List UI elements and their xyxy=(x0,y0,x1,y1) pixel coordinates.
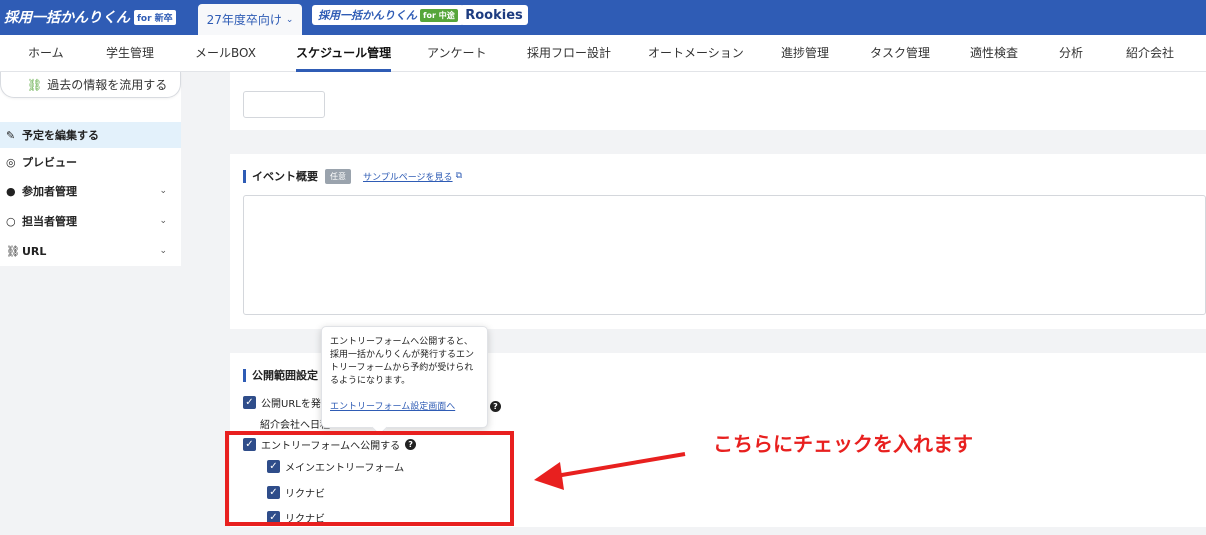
sidebar-item-label: 参加者管理 xyxy=(22,185,77,198)
checkbox-checked[interactable]: ✓ xyxy=(267,486,280,499)
main-logo-tag: for 新卒 xyxy=(134,9,176,25)
sidebar-item-preview[interactable]: ◎ プレビュー xyxy=(0,149,181,175)
chevron-down-icon: ⌄ xyxy=(159,216,167,226)
main-logo-text: 採用一括かんりくん xyxy=(4,10,130,26)
section-marker xyxy=(243,169,246,183)
link-icon: ⛓ xyxy=(6,244,20,258)
year-selector[interactable]: 27年度卒向け ⌄ xyxy=(198,4,302,35)
capacity-section xyxy=(230,72,1206,130)
sidebar-item-participants[interactable]: ● 参加者管理 ⌄ xyxy=(0,178,181,204)
agency-label: 紹介会社へ日程 xyxy=(260,420,330,431)
sidebar-item-label: 担当者管理 xyxy=(22,215,77,228)
external-link-icon: ⧉ xyxy=(455,171,462,181)
sidebar-item-staff[interactable]: ○ 担当者管理 ⌄ xyxy=(0,208,181,234)
reuse-past-info-label: 過去の情報を流用する xyxy=(47,78,168,92)
publish-settings-label: 公開範囲設定 xyxy=(252,369,318,382)
sidebar-item-label: 予定を編集する xyxy=(22,129,99,142)
event-overview-label: イベント概要 xyxy=(252,170,318,183)
year-selector-label: 27年度卒向け xyxy=(206,13,282,27)
optional-badge: 任意 xyxy=(325,168,351,184)
nav-item-flow-design[interactable]: 採用フロー設計 xyxy=(527,35,611,72)
sidebar-item-label: プレビュー xyxy=(22,156,77,169)
help-icon[interactable]: ? xyxy=(405,439,417,450)
event-overview-title: イベント概要 任意 サンプルページを見る ⧉ xyxy=(243,168,462,184)
help-icon: ? xyxy=(490,401,501,412)
annotation-text: こちらにチェックを入れます xyxy=(713,432,973,456)
nav-item-aptitude[interactable]: 適性検査 xyxy=(970,35,1018,72)
nav-item-home[interactable]: ホーム xyxy=(28,35,64,72)
rookies-logo[interactable]: Rookies xyxy=(460,5,528,25)
event-overview-textarea[interactable] xyxy=(243,195,1206,315)
section-marker xyxy=(243,368,246,382)
chevron-down-icon: ⌄ xyxy=(159,186,167,196)
capacity-input[interactable] xyxy=(243,91,325,118)
nav-item-survey[interactable]: アンケート xyxy=(427,35,487,72)
sidebar-item-label: URL xyxy=(22,244,47,258)
rikunabi-option[interactable]: ✓ リクナビ xyxy=(267,485,325,500)
rikunabi-label: リクナビ xyxy=(285,514,325,525)
sidebar: ⛓ 過去の情報を流用する ✎ 予定を編集する ◎ プレビュー ● 参加者管理 ⌄… xyxy=(0,72,181,266)
publish-url-option[interactable]: ✓ 公開URLを発行 xyxy=(243,395,331,410)
nav-item-analytics[interactable]: 分析 xyxy=(1059,35,1083,72)
checkbox-checked[interactable]: ✓ xyxy=(267,460,280,473)
chevron-down-icon: ⌄ xyxy=(285,14,294,25)
main-logo[interactable]: 採用一括かんりくん for 新卒 xyxy=(4,6,176,28)
reuse-past-info-button[interactable]: ⛓ 過去の情報を流用する xyxy=(0,72,181,98)
main-entry-form-option[interactable]: ✓ メインエントリーフォーム xyxy=(267,459,404,474)
nav-item-automation[interactable]: オートメーション xyxy=(648,35,744,72)
entry-form-settings-link[interactable]: エントリーフォーム設定画面へ xyxy=(330,401,479,414)
sidebar-item-edit[interactable]: ✎ 予定を編集する xyxy=(0,122,181,148)
event-overview-section: イベント概要 任意 サンプルページを見る ⧉ xyxy=(230,154,1206,329)
nav-item-agencies[interactable]: 紹介会社 xyxy=(1126,35,1174,72)
midcareer-logo-text: 採用一括かんりくん xyxy=(318,9,417,22)
checkbox-checked[interactable]: ✓ xyxy=(243,438,256,451)
annotation-arrow xyxy=(534,452,686,490)
nav-item-progress[interactable]: 進捗管理 xyxy=(781,35,829,72)
entry-form-tooltip: エントリーフォームへ公開すると、採用一括かんりくんが発行するエントリーフォームか… xyxy=(321,326,488,428)
entry-form-option[interactable]: ✓ エントリーフォームへ公開する ? xyxy=(243,437,417,452)
agency-option: 紹介会社へ日程 xyxy=(260,416,330,431)
users-icon: ● xyxy=(6,184,16,198)
main-entry-form-label: メインエントリーフォーム xyxy=(285,463,405,474)
person-icon: ○ xyxy=(6,214,16,228)
main-nav: ホーム 学生管理 メールBOX スケジュール管理 アンケート 採用フロー設計 オ… xyxy=(0,35,1206,72)
midcareer-logo[interactable]: 採用一括かんりくん for 中途 xyxy=(312,5,464,25)
midcareer-logo-tag: for 中途 xyxy=(420,8,458,22)
sidebar-item-url[interactable]: ⛓ URL ⌄ xyxy=(0,238,181,264)
top-bar: 採用一括かんりくん for 新卒 27年度卒向け ⌄ 採用一括かんりくん for… xyxy=(0,0,1206,35)
nav-item-tasks[interactable]: タスク管理 xyxy=(870,35,930,72)
chevron-down-icon: ⌄ xyxy=(159,246,167,256)
nav-item-students[interactable]: 学生管理 xyxy=(106,35,154,72)
pencil-icon: ✎ xyxy=(6,128,16,142)
rikunabi-option-2[interactable]: ✓ リクナビ xyxy=(267,510,325,525)
nav-item-schedule[interactable]: スケジュール管理 xyxy=(296,35,392,72)
rikunabi-label: リクナビ xyxy=(285,489,325,500)
checkbox-checked[interactable]: ✓ xyxy=(267,511,280,524)
link-icon: ⛓ xyxy=(27,77,43,92)
nav-item-mailbox[interactable]: メールBOX xyxy=(195,35,256,72)
tooltip-text: エントリーフォームへ公開すると、採用一括かんりくんが発行するエントリーフォームか… xyxy=(330,337,475,386)
eye-icon: ◎ xyxy=(6,155,16,169)
entry-form-label: エントリーフォームへ公開する xyxy=(261,441,401,452)
publish-settings-title: 公開範囲設定 xyxy=(243,367,318,383)
sample-page-link[interactable]: サンプルページを見る xyxy=(363,170,453,183)
checkbox-checked[interactable]: ✓ xyxy=(243,396,256,409)
